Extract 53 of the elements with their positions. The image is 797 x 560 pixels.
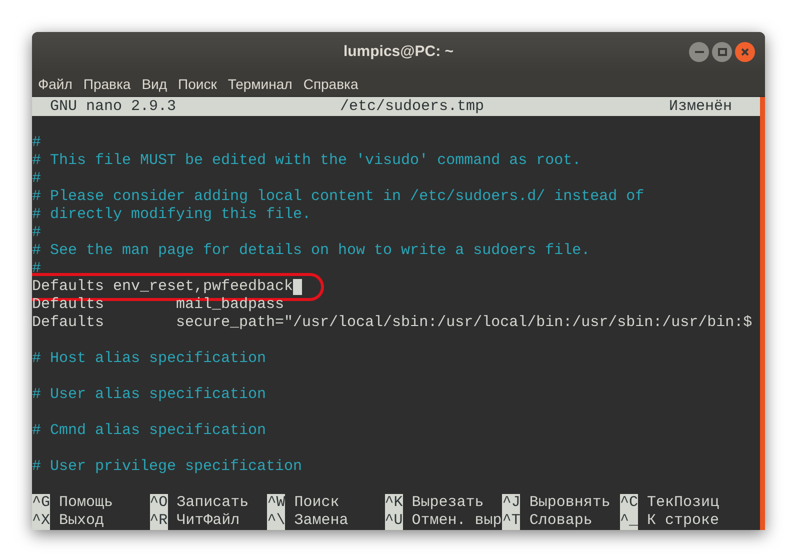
comment-line: # User alias specification [32, 386, 266, 404]
shortcut-label: Отмен. выр [412, 512, 502, 530]
shortcut-label: Записать [176, 494, 249, 512]
comment-line: # See the man page for details on how to write a sudoers file. [32, 242, 590, 260]
shortcut-key: ^W [267, 494, 286, 512]
file-name: /etc/sudoers.tmp [340, 98, 486, 116]
shortcut-label: Замена [294, 512, 348, 530]
close-button[interactable] [735, 42, 755, 62]
comment-line: # [32, 224, 42, 242]
maximize-button[interactable] [712, 42, 732, 62]
shortcut-key: ^T [502, 512, 520, 530]
menu-item[interactable]: Правка [83, 74, 131, 94]
shortcut-key: ^C [620, 494, 638, 512]
shortcut-label: ЧитФайл [176, 512, 240, 530]
menu-item[interactable]: Терминал [228, 74, 292, 94]
shortcut-key: ^G [32, 494, 50, 512]
menu-item[interactable]: Справка [303, 74, 358, 94]
shortcut-label: Выровнять [529, 494, 610, 512]
comment-line: # Host alias specification [32, 350, 266, 368]
shortcut-key: ^_ [620, 512, 638, 530]
comment-line: # [32, 134, 42, 152]
comment-line: # This file MUST be edited with the 'visudo' command as root. [32, 152, 582, 170]
shortcut-key: ^J [502, 494, 520, 512]
close-icon [740, 47, 750, 57]
code-line: Defaults secure_path="/usr/local/sbin:/usr/local/bin:/usr/sbin:/usr/bin:$ [32, 314, 752, 332]
comment-line: # [32, 260, 42, 278]
shortcut-key: ^\ [267, 512, 286, 530]
code-line: Defaults mail_badpass [32, 296, 284, 314]
shortcut-label: Вырезать [412, 494, 484, 512]
nano-version: GNU nano 2.9.3 [50, 98, 178, 116]
window-title: lumpics@PC: ~ [343, 42, 454, 62]
shortcut-label: Выход [59, 512, 104, 530]
comment-line: # Please consider adding local content in /etc/sudoers.d/ instead of [32, 188, 644, 206]
shortcut-key: ^R [150, 512, 168, 530]
shortcut-label: К строке [646, 512, 719, 530]
shortcut-label: ТекПозиц [646, 494, 719, 512]
shortcut-key: ^K [384, 494, 403, 512]
menu-item[interactable]: Поиск [178, 74, 217, 94]
comment-line: # directly modifying this file. [32, 206, 312, 224]
comment-line: # User privilege specification [32, 458, 302, 476]
code-line: Defaults env_reset,pwfeedback [32, 278, 294, 296]
shortcut-label: Помощь [59, 494, 114, 512]
shortcut-label: Словарь [529, 512, 592, 530]
minimize-button[interactable] [689, 42, 709, 62]
shortcut-key: ^U [384, 512, 403, 530]
shortcut-label: Поиск [294, 494, 340, 512]
shortcut-key: ^X [32, 512, 50, 530]
comment-line: # [32, 170, 42, 188]
menu-item[interactable]: Вид [142, 74, 168, 94]
comment-line: # Cmnd alias specification [32, 422, 266, 440]
modified-status: Изменён [668, 98, 732, 116]
shortcut-key: ^O [150, 494, 168, 512]
menu-item[interactable]: Файл [38, 74, 72, 94]
